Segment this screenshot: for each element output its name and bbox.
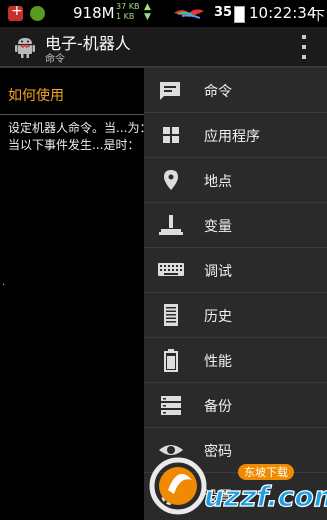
drawer-item-label: 历史 (204, 309, 232, 325)
net-up-value: 37 KB (116, 2, 140, 11)
battery-icon (164, 349, 178, 372)
drawer-item-backup[interactable]: 备份 (144, 383, 327, 428)
action-bar: 电子-机器人 命令 (0, 27, 327, 68)
help-text: 设定机器人命令。当...为：当以下事件发生...是时： (8, 121, 152, 152)
drawer-item-history[interactable]: 历史 (144, 293, 327, 338)
keyboard-icon (158, 263, 184, 276)
drawer-item-performance[interactable]: 性能 (144, 338, 327, 383)
memory-readout: 918M (73, 4, 115, 22)
app-subtitle: 命令 (45, 54, 65, 65)
watermark-text: 东坡下载 (244, 466, 288, 479)
drawer-item-label: 命令 (204, 84, 232, 100)
drawer-item-label: 性能 (204, 354, 232, 370)
battery-icon (234, 6, 245, 23)
location-pin-icon (164, 170, 178, 190)
drawer-item-variables[interactable]: 变量 (144, 203, 327, 248)
watermark-site: uzzf.com (204, 480, 327, 513)
drawer-item-label: 地点 (204, 174, 232, 190)
site-watermark: 东坡下载 uzzf.com (149, 457, 327, 515)
drawer-item-label: 调试 (204, 264, 232, 280)
clock: 10:22:34 (249, 4, 317, 22)
network-speed: 37 KB 1 KB (116, 2, 139, 22)
drawer-item-label: 备份 (204, 399, 232, 415)
app-notification-icon (30, 6, 45, 21)
signal-indicator: 35 (214, 5, 233, 20)
traffic-arrows-icon: ▲ ▼ (144, 2, 151, 22)
side-mark: · (2, 280, 6, 291)
drawer-item-label: 变量 (204, 219, 232, 235)
help-heading: 如何使用 (8, 88, 64, 104)
drawer-item-debug[interactable]: 调试 (144, 248, 327, 293)
backup-storage-icon (161, 396, 181, 415)
bird-logo-icon (174, 9, 204, 19)
joystick-icon (159, 215, 183, 235)
drawer-item-apps[interactable]: 应用程序 (144, 113, 327, 158)
history-list-icon (164, 304, 178, 326)
net-down-value: 1 KB (116, 12, 135, 21)
drawer-item-label: 应用程序 (204, 129, 260, 145)
status-bar: 918M 37 KB 1 KB ▲▼ 35 10:22:34 下午 (0, 0, 327, 43)
command-icon (160, 82, 180, 100)
apps-grid-icon (163, 127, 179, 143)
notification-add-icon (8, 3, 23, 21)
android-robot-icon[interactable] (13, 34, 37, 58)
drawer-item-location[interactable]: 地点 (144, 158, 327, 203)
overflow-menu-icon[interactable] (300, 35, 308, 59)
drawer-item-commands[interactable]: 命令 (144, 68, 327, 113)
